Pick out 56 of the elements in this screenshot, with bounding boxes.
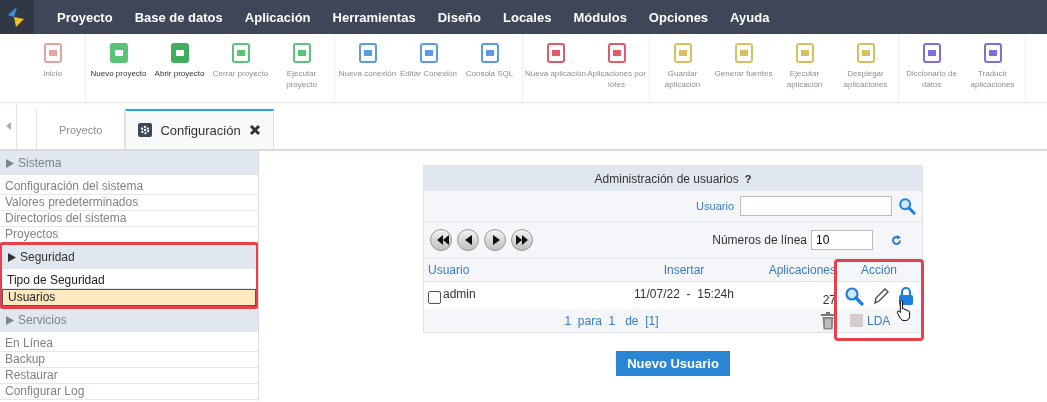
field-label: Usuario	[696, 200, 734, 212]
first-page-icon[interactable]	[430, 229, 452, 251]
tab[interactable]: Configuración	[125, 109, 274, 149]
tab[interactable]: Proyecto	[36, 109, 126, 149]
menu-item[interactable]: Módulos	[562, 9, 638, 25]
column-header[interactable]: Usuario	[428, 263, 470, 277]
sidebar-item[interactable]: Directorios del sistema	[0, 211, 258, 227]
sidebar-item[interactable]: Backup	[0, 352, 258, 368]
expand-arrow-icon	[6, 315, 14, 325]
section-header[interactable]: Servicios	[0, 308, 258, 332]
column-header[interactable]: Acción	[861, 263, 897, 277]
sidebar-item[interactable]: Proyectos	[0, 227, 258, 243]
sidebar-item[interactable]: Restaurar	[0, 368, 258, 384]
menu-item[interactable]: Base de datos	[123, 9, 234, 25]
panel-title: Administración de usuarios	[594, 171, 739, 186]
search-icon[interactable]	[898, 197, 916, 215]
last-page-icon[interactable]	[511, 229, 533, 251]
refresh-icon[interactable]	[891, 234, 902, 246]
previous-page-icon[interactable]	[457, 229, 479, 251]
line-count-field[interactable]: 10	[811, 230, 873, 250]
menu-item[interactable]: Opciones	[637, 9, 720, 25]
menu-item[interactable]: Aplicación	[233, 9, 322, 25]
table-cell: admin	[443, 287, 476, 301]
close-icon[interactable]	[248, 124, 261, 136]
sidebar-item[interactable]: Valores predeterminados	[0, 195, 258, 211]
menu-item[interactable]: Proyecto	[46, 9, 124, 25]
new-user-button[interactable]: Nuevo Usuario	[616, 351, 730, 376]
section-header[interactable]: Seguridad	[2, 245, 256, 269]
settings-icon	[138, 123, 153, 137]
next-page-icon[interactable]	[484, 229, 506, 251]
view-icon[interactable]	[844, 285, 864, 306]
column-header[interactable]: Insertar	[663, 263, 705, 277]
sidebar-item[interactable]: Configurar Log	[0, 384, 258, 400]
table-cell: 11/07/22 - 15:24h	[634, 287, 734, 301]
lock-icon[interactable]	[898, 285, 914, 306]
toolbar-button[interactable]: Abrir proyecto	[149, 34, 210, 102]
help-link[interactable]: ?	[744, 172, 752, 185]
trash-icon[interactable]	[820, 311, 836, 330]
menu-item[interactable]: Locales	[492, 9, 563, 25]
checkbox[interactable]	[428, 291, 441, 304]
sidebar-item[interactable]: Usuarios	[2, 289, 256, 306]
menu-item[interactable]: Diseño	[426, 9, 492, 25]
sidebar-item[interactable]: Configuración del sistema	[0, 179, 258, 195]
menu-item[interactable]: Herramientas	[321, 9, 427, 25]
toolbar-button[interactable]: Nuevo proyecto	[88, 34, 149, 102]
pagination-text: 1 para 1 de [1]	[564, 313, 659, 328]
column-header[interactable]: Aplicaciones	[768, 263, 836, 277]
expand-arrow-icon	[6, 158, 14, 168]
sidebar-item[interactable]: En Línea	[0, 336, 258, 352]
menu-item[interactable]: Ayuda	[719, 9, 781, 25]
color-swatch	[850, 314, 863, 327]
ldap-link[interactable]: LDA	[867, 313, 891, 328]
section-header[interactable]: Sistema	[0, 151, 258, 175]
search-field[interactable]	[740, 196, 892, 216]
field-label: Números de línea	[712, 233, 807, 247]
expand-arrow-icon	[8, 252, 16, 262]
